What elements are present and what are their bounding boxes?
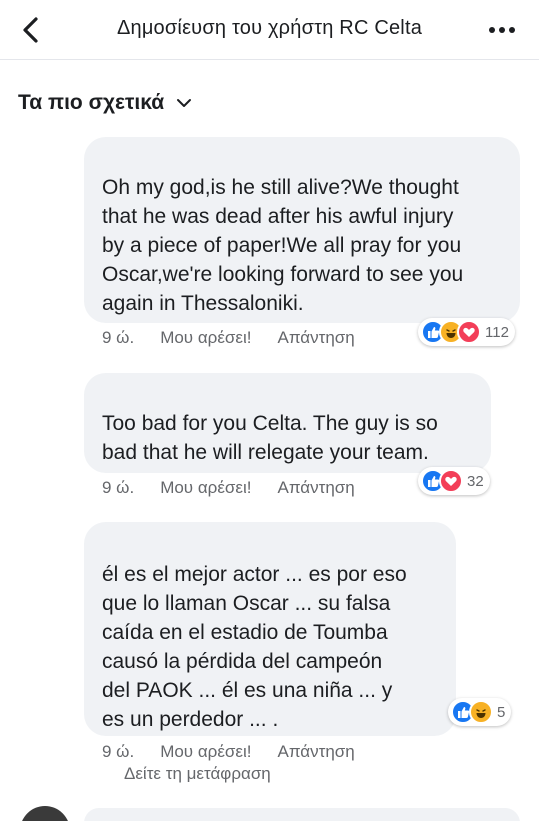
reaction-count: 112 <box>485 323 509 341</box>
sort-selector[interactable]: Τα πιο σχετικά <box>18 88 192 118</box>
like-button[interactable]: Μου αρέσει! <box>160 478 251 498</box>
comment-bubble: Too bad for you Celta. The guy is so bad… <box>84 373 491 473</box>
like-button[interactable]: Μου αρέσει! <box>160 742 251 762</box>
comment-actions: 9 ώ. Μου αρέσει! Απάντηση <box>102 742 355 762</box>
top-bar: Δημοσίευση του χρήστη RC Celta <box>0 0 539 60</box>
comment-text: Too bad for you Celta. The guy is so bad… <box>102 409 438 467</box>
reaction-summary[interactable]: 32 <box>418 467 490 495</box>
comment-line: that he was dead after his awful injury <box>102 205 454 228</box>
haha-icon <box>469 700 493 724</box>
comment-text: Oh my god,is he still alive?We thought t… <box>102 173 463 318</box>
comment-line: es un perdedor ... . <box>102 708 279 731</box>
reply-button[interactable]: Απάντηση <box>277 742 354 762</box>
comment-line: causó la pérdida del campeón <box>102 650 383 673</box>
page-title: Δημοσίευση του χρήστη RC Celta <box>116 17 423 39</box>
comment-line: again in Thessaloniki. <box>102 292 304 315</box>
see-translation-link[interactable]: Δείτε τη μετάφραση <box>124 764 271 784</box>
comment-time: 9 ώ. <box>102 742 135 761</box>
reply-button[interactable]: Απάντηση <box>277 478 354 498</box>
comment-line: Oh my god,is he still alive?We thought <box>102 176 459 199</box>
avatar[interactable] <box>20 806 70 821</box>
reply-button[interactable]: Απάντηση <box>277 328 354 348</box>
comment-time: 9 ώ. <box>102 328 135 347</box>
comment-line: by a piece of paper!We all pray for you <box>102 234 462 257</box>
comment-line: que lo llaman Oscar ... su falsa <box>102 592 391 615</box>
love-icon <box>439 469 463 493</box>
love-icon <box>457 320 481 344</box>
comment-line: él es el mejor actor ... es por eso <box>102 563 407 586</box>
reaction-summary[interactable]: 5 <box>448 698 512 726</box>
chevron-down-icon <box>176 95 192 111</box>
comment-text: él es el mejor actor ... es por eso que … <box>102 560 407 734</box>
comment-line: caída en el estadio de Toumba <box>102 621 388 644</box>
comment-time: 9 ώ. <box>102 478 135 497</box>
comment-bubble: Oh my god,is he still alive?We thought t… <box>84 137 520 323</box>
more-options-icon[interactable] <box>487 18 517 42</box>
reaction-count: 5 <box>497 703 506 721</box>
comment-actions: 9 ώ. Μου αρέσει! Απάντηση <box>102 328 355 348</box>
reaction-count: 32 <box>467 472 484 490</box>
like-button[interactable]: Μου αρέσει! <box>160 328 251 348</box>
comment-bubble <box>84 808 520 821</box>
comment-line: Oscar,we're looking forward to see you <box>102 263 464 286</box>
sort-label: Τα πιο σχετικά <box>18 91 165 114</box>
comment-line: Too bad for you Celta. The guy is so <box>102 412 438 435</box>
comment-bubble: él es el mejor actor ... es por eso que … <box>84 522 456 736</box>
comment-actions: 9 ώ. Μου αρέσει! Απάντηση <box>102 478 355 498</box>
comment-line: bad that he will relegate your team. <box>102 441 429 464</box>
reaction-summary[interactable]: 112 <box>418 318 515 346</box>
comment-line: del PAOK ... él es una niña ... y <box>102 679 393 702</box>
